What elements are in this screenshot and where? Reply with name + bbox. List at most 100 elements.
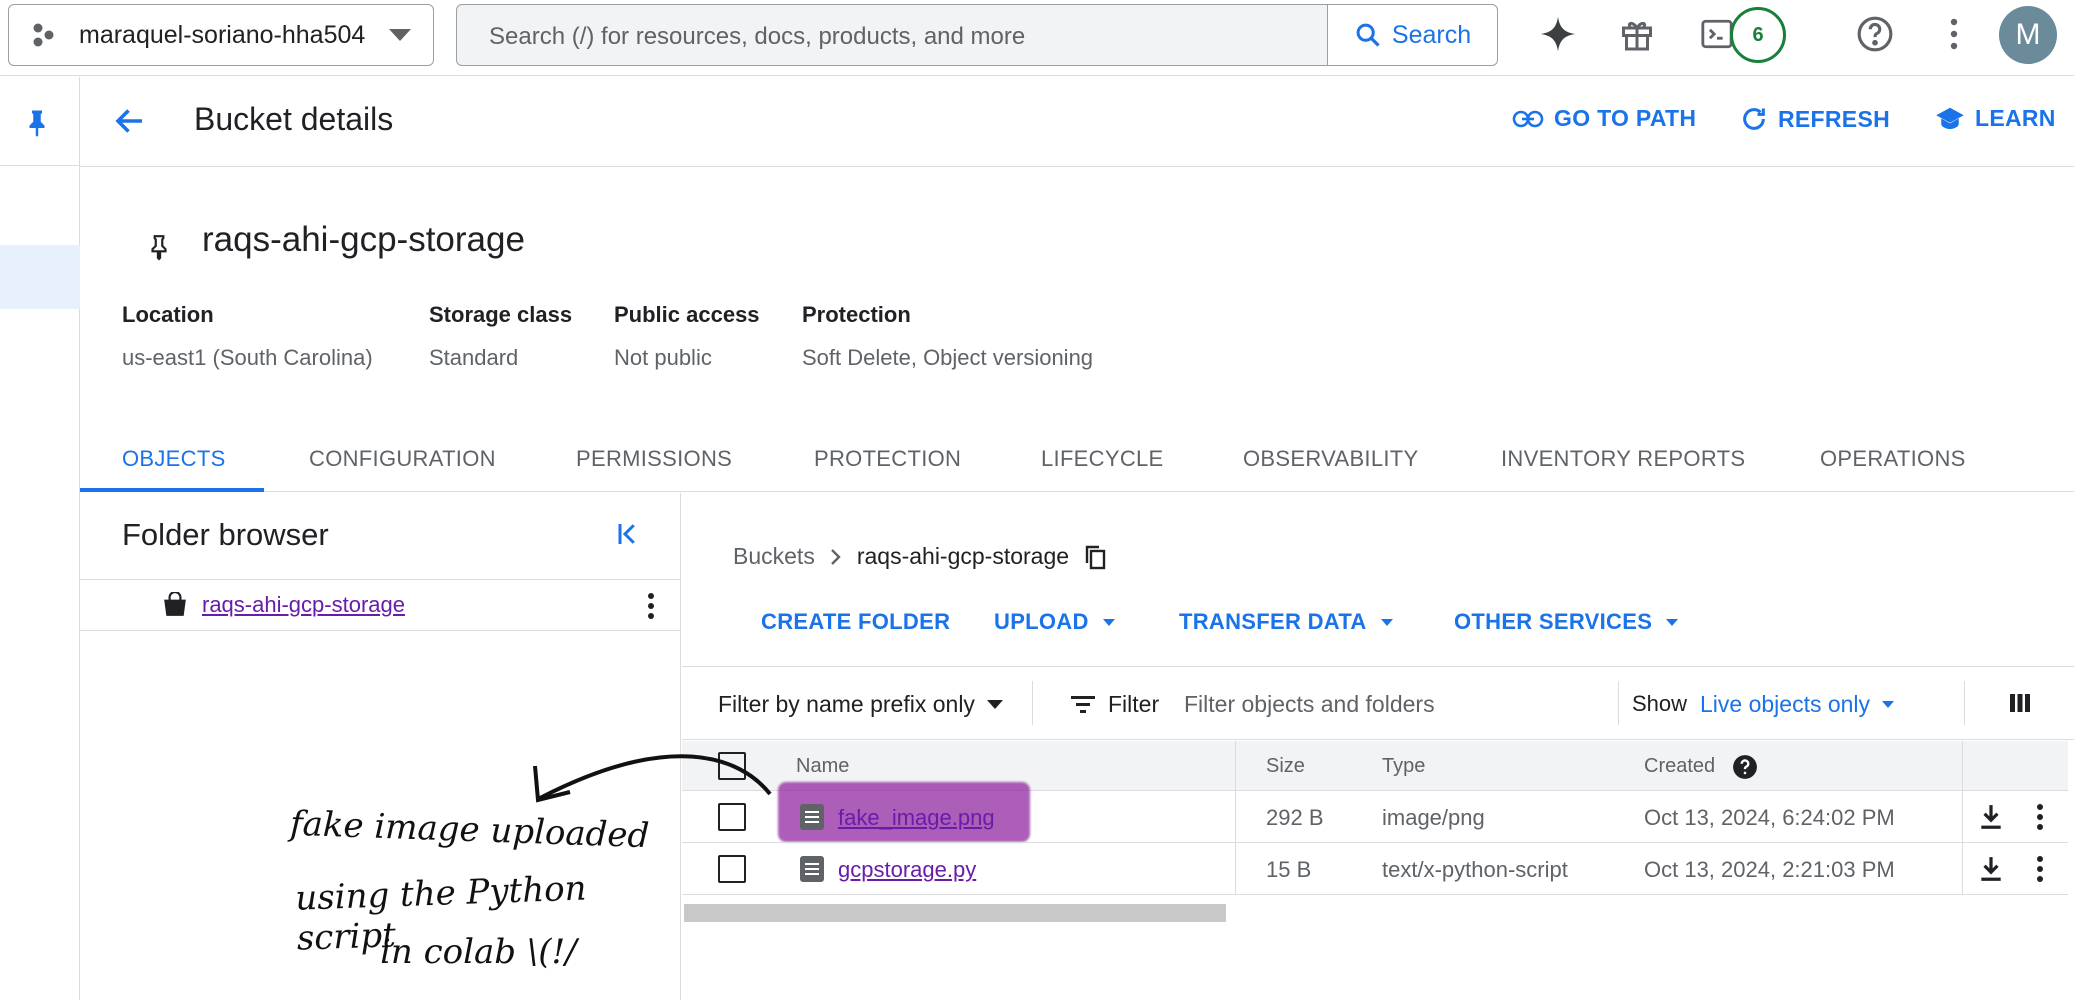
header-type[interactable]: Type xyxy=(1382,755,1425,778)
show-value: Live objects only xyxy=(1700,691,1871,717)
filter-button[interactable]: Filter xyxy=(1070,691,1159,718)
more-vert-icon[interactable] xyxy=(646,592,656,620)
project-icon xyxy=(33,23,54,47)
search-input[interactable]: Search (/) for resources, docs, products… xyxy=(489,23,1025,51)
create-folder-button[interactable]: CREATE FOLDER xyxy=(761,609,950,635)
divider xyxy=(1618,681,1619,725)
tab-lifecycle[interactable]: LIFECYCLE xyxy=(1041,446,1164,472)
file-type: image/png xyxy=(1382,805,1485,830)
breadcrumb-current: raqs-ahi-gcp-storage xyxy=(856,543,1070,569)
more-vert-icon[interactable] xyxy=(2036,803,2044,831)
folder-tree-item[interactable]: raqs-ahi-gcp-storage xyxy=(80,579,680,631)
download-icon[interactable] xyxy=(1978,803,2004,831)
pin-icon[interactable] xyxy=(22,107,52,139)
help-icon[interactable] xyxy=(1855,14,1895,54)
file-size: 292 B xyxy=(1266,805,1324,830)
caret-down-icon xyxy=(986,700,1003,709)
back-arrow-icon[interactable] xyxy=(112,103,148,139)
filter-prefix-select[interactable]: Filter by name prefix only xyxy=(718,691,1003,718)
filter-bar: Filter by name prefix only Filter Filter… xyxy=(682,666,2074,740)
refresh-icon xyxy=(1743,108,1765,130)
create-folder-label: CREATE FOLDER xyxy=(761,609,951,634)
row-checkbox[interactable] xyxy=(718,803,746,831)
location-label: Location xyxy=(122,302,214,327)
caret-down-icon xyxy=(1882,701,1895,708)
bucket-tabs: OBJECTS CONFIGURATION PERMISSIONS PROTEC… xyxy=(80,428,2074,492)
tab-configuration[interactable]: CONFIGURATION xyxy=(309,446,496,472)
more-vert-icon[interactable] xyxy=(2036,855,2044,883)
tab-observability[interactable]: OBSERVABILITY xyxy=(1243,446,1419,472)
gemini-icon[interactable] xyxy=(1538,14,1578,54)
table-row[interactable]: gcpstorage.py 15 B text/x-python-script … xyxy=(682,843,2068,895)
protection-value: Soft Delete, Object versioning xyxy=(802,345,1094,370)
file-icon xyxy=(800,856,824,882)
storage-class-label: Storage class xyxy=(429,302,573,327)
column-divider xyxy=(1235,791,1236,843)
column-display-icon[interactable] xyxy=(2008,691,2032,715)
column-divider xyxy=(1962,741,1963,791)
column-divider xyxy=(1962,791,1963,843)
help-filled-icon[interactable] xyxy=(1732,754,1758,780)
filter-input[interactable]: Filter objects and folders xyxy=(1184,691,1435,718)
column-divider xyxy=(1235,741,1236,791)
other-services-button[interactable]: OTHER SERVICES xyxy=(1454,609,1679,635)
project-selector[interactable]: maraquel-soriano-hha504 xyxy=(8,4,434,66)
copy-icon[interactable] xyxy=(1083,544,1107,570)
header-name[interactable]: Name xyxy=(796,755,849,778)
rail-divider xyxy=(0,165,80,166)
tab-inventory-reports[interactable]: INVENTORY REPORTS xyxy=(1501,446,1745,472)
avatar[interactable]: M xyxy=(1999,6,2057,64)
transfer-data-button[interactable]: TRANSFER DATA xyxy=(1179,609,1393,635)
chevron-down-icon xyxy=(389,29,411,41)
learn-label: LEARN xyxy=(1975,105,2056,131)
file-name-link[interactable]: gcpstorage.py xyxy=(838,857,976,883)
filter-prefix-label: Filter by name prefix only xyxy=(718,691,975,717)
horizontal-scrollbar[interactable] xyxy=(684,904,1226,922)
folder-tree-bucket-link[interactable]: raqs-ahi-gcp-storage xyxy=(202,592,405,618)
download-icon[interactable] xyxy=(1978,855,2004,883)
page-title: Bucket details xyxy=(194,101,394,137)
search-icon xyxy=(1356,23,1380,47)
table-row[interactable]: fake_image.png 292 B image/png Oct 13, 2… xyxy=(682,791,2068,843)
search-box[interactable]: Search (/) for resources, docs, products… xyxy=(456,4,1498,66)
file-icon xyxy=(800,804,824,830)
refresh-button[interactable]: REFRESH xyxy=(1740,105,1890,133)
collapse-panel-icon[interactable] xyxy=(615,519,645,549)
show-select[interactable]: Live objects only xyxy=(1700,691,1895,718)
pin-outline-icon[interactable] xyxy=(146,232,172,262)
go-to-path-button[interactable]: GO TO PATH xyxy=(1512,105,1696,132)
other-services-label: OTHER SERVICES xyxy=(1454,609,1653,634)
handwritten-note: fake image uploaded using the Python scr… xyxy=(280,790,680,1000)
column-divider xyxy=(1235,843,1236,895)
school-icon xyxy=(1936,107,1964,129)
rail-item-selected[interactable] xyxy=(0,245,80,309)
row-checkbox[interactable] xyxy=(718,855,746,883)
show-label: Show xyxy=(1632,691,1688,716)
tab-objects[interactable]: OBJECTS xyxy=(122,446,226,472)
more-vert-icon[interactable] xyxy=(1934,14,1974,54)
column-divider xyxy=(1962,843,1963,895)
note-line-3: in colab \(!/ xyxy=(380,932,577,972)
notifications-badge[interactable]: 6 xyxy=(1730,7,1786,63)
learn-button[interactable]: LEARN xyxy=(1935,105,2056,132)
folder-browser-title: Folder browser xyxy=(122,517,329,552)
gift-icon[interactable] xyxy=(1617,14,1657,54)
tab-permissions[interactable]: PERMISSIONS xyxy=(576,446,732,472)
caret-down-icon xyxy=(1380,618,1393,626)
note-line-1: fake image uploaded xyxy=(289,803,650,857)
header-size[interactable]: Size xyxy=(1266,755,1305,778)
tab-operations[interactable]: OPERATIONS xyxy=(1820,446,1966,472)
breadcrumb: Buckets raqs-ahi-gcp-storage xyxy=(733,543,1107,570)
breadcrumb-buckets[interactable]: Buckets xyxy=(733,543,815,570)
tab-protection[interactable]: PROTECTION xyxy=(814,446,961,472)
upload-button[interactable]: UPLOAD xyxy=(994,609,1115,635)
filter-icon xyxy=(1071,695,1095,713)
divider xyxy=(1964,681,1965,725)
header-created[interactable]: Created xyxy=(1644,755,1715,778)
project-name: maraquel-soriano-hha504 xyxy=(79,20,366,49)
file-created: Oct 13, 2024, 2:21:03 PM xyxy=(1644,857,1895,882)
file-name-link[interactable]: fake_image.png xyxy=(838,805,995,831)
transfer-data-label: TRANSFER DATA xyxy=(1179,609,1367,634)
search-button[interactable]: Search xyxy=(1327,5,1497,65)
upload-label: UPLOAD xyxy=(994,609,1089,634)
